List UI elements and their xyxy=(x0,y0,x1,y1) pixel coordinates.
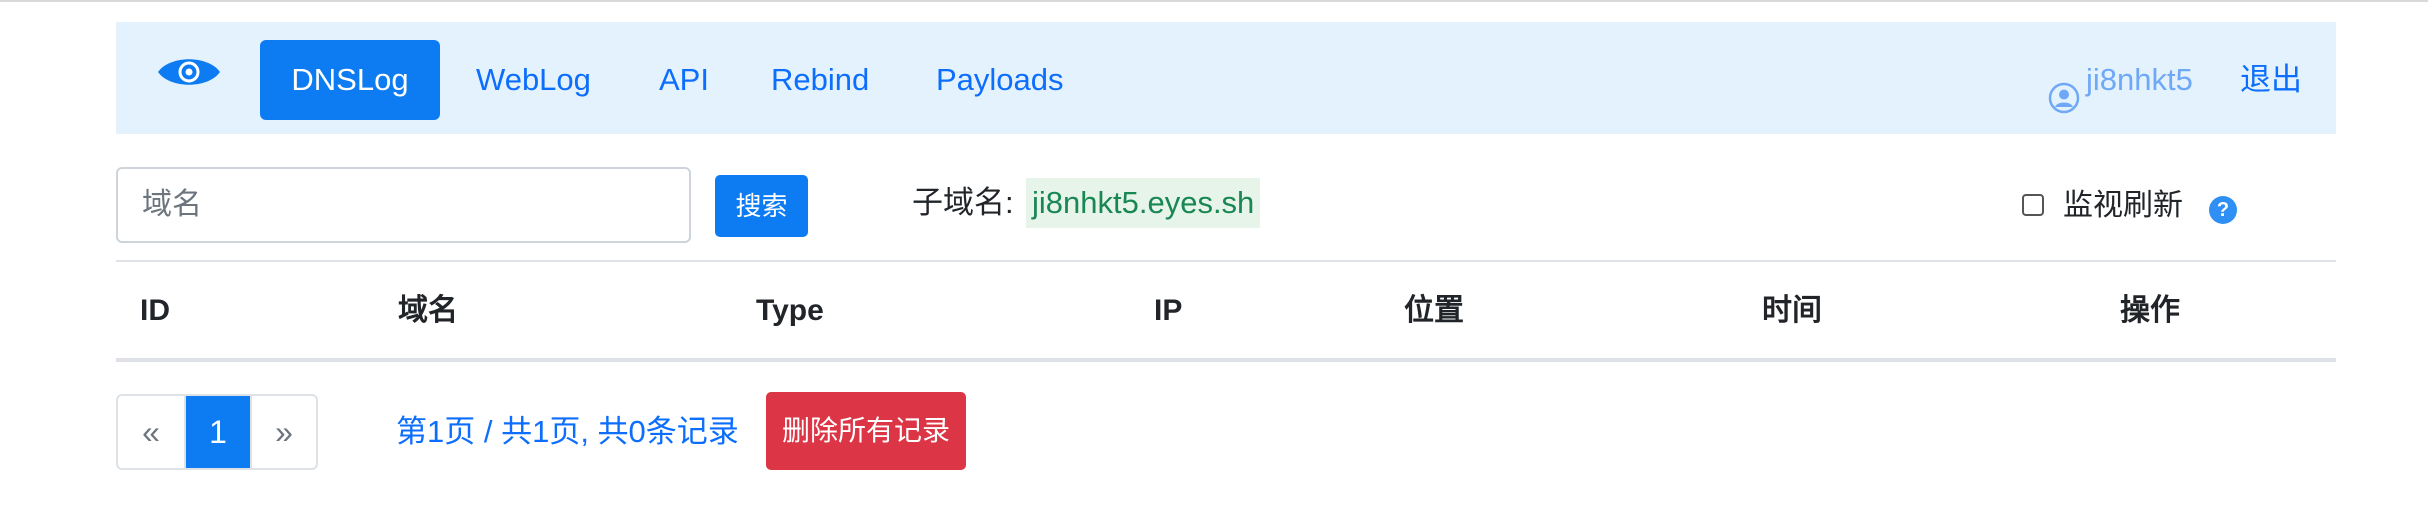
navbar: DNSLog WebLog API Rebind Payloads ji8nhk… xyxy=(116,22,2336,134)
eye-icon[interactable] xyxy=(156,52,222,92)
domain-search-input[interactable] xyxy=(116,167,691,243)
pagination-info: 第1页 / 共1页, 共0条记录 xyxy=(396,414,739,449)
table-top-divider xyxy=(116,260,2336,262)
nav-item-dnslog[interactable]: DNSLog xyxy=(260,40,440,120)
help-icon[interactable]: ? xyxy=(2209,196,2237,224)
column-header-location: 位置 xyxy=(1404,294,1464,327)
username: ji8nhkt5 xyxy=(2086,62,2193,97)
nav-item-weblog[interactable]: WebLog xyxy=(476,40,591,120)
column-header-actions: 操作 xyxy=(2120,294,2180,327)
delete-all-records-button[interactable]: 删除所有记录 xyxy=(766,392,966,470)
nav-item-payloads[interactable]: Payloads xyxy=(936,40,1064,120)
search-button[interactable]: 搜索 xyxy=(715,175,808,237)
monitor-refresh-label[interactable]: 监视刷新 xyxy=(2063,182,2183,230)
page-next-button[interactable]: » xyxy=(250,396,316,468)
user-circle-icon xyxy=(2048,64,2080,114)
logout-link[interactable]: 退出 xyxy=(2240,40,2302,120)
page-1-button[interactable]: 1 xyxy=(184,396,250,468)
column-header-ip: IP xyxy=(1154,294,1183,327)
column-header-domain: 域名 xyxy=(398,294,458,327)
column-header-id: ID xyxy=(140,294,170,327)
user-menu[interactable]: ji8nhkt5 xyxy=(2048,40,2193,120)
subdomain-value: ji8nhkt5.eyes.sh xyxy=(1026,178,1261,228)
table-header-divider xyxy=(116,358,2336,362)
column-header-time: 时间 xyxy=(1762,294,1822,327)
nav-item-api[interactable]: API xyxy=(659,40,709,120)
column-header-type: Type xyxy=(756,294,824,327)
nav-item-rebind[interactable]: Rebind xyxy=(771,40,869,120)
page-prev-button[interactable]: « xyxy=(118,396,184,468)
subdomain-label: 子域名: xyxy=(912,185,1014,220)
pagination: « 1 » xyxy=(116,394,318,470)
monitor-refresh-checkbox[interactable] xyxy=(2022,194,2044,216)
